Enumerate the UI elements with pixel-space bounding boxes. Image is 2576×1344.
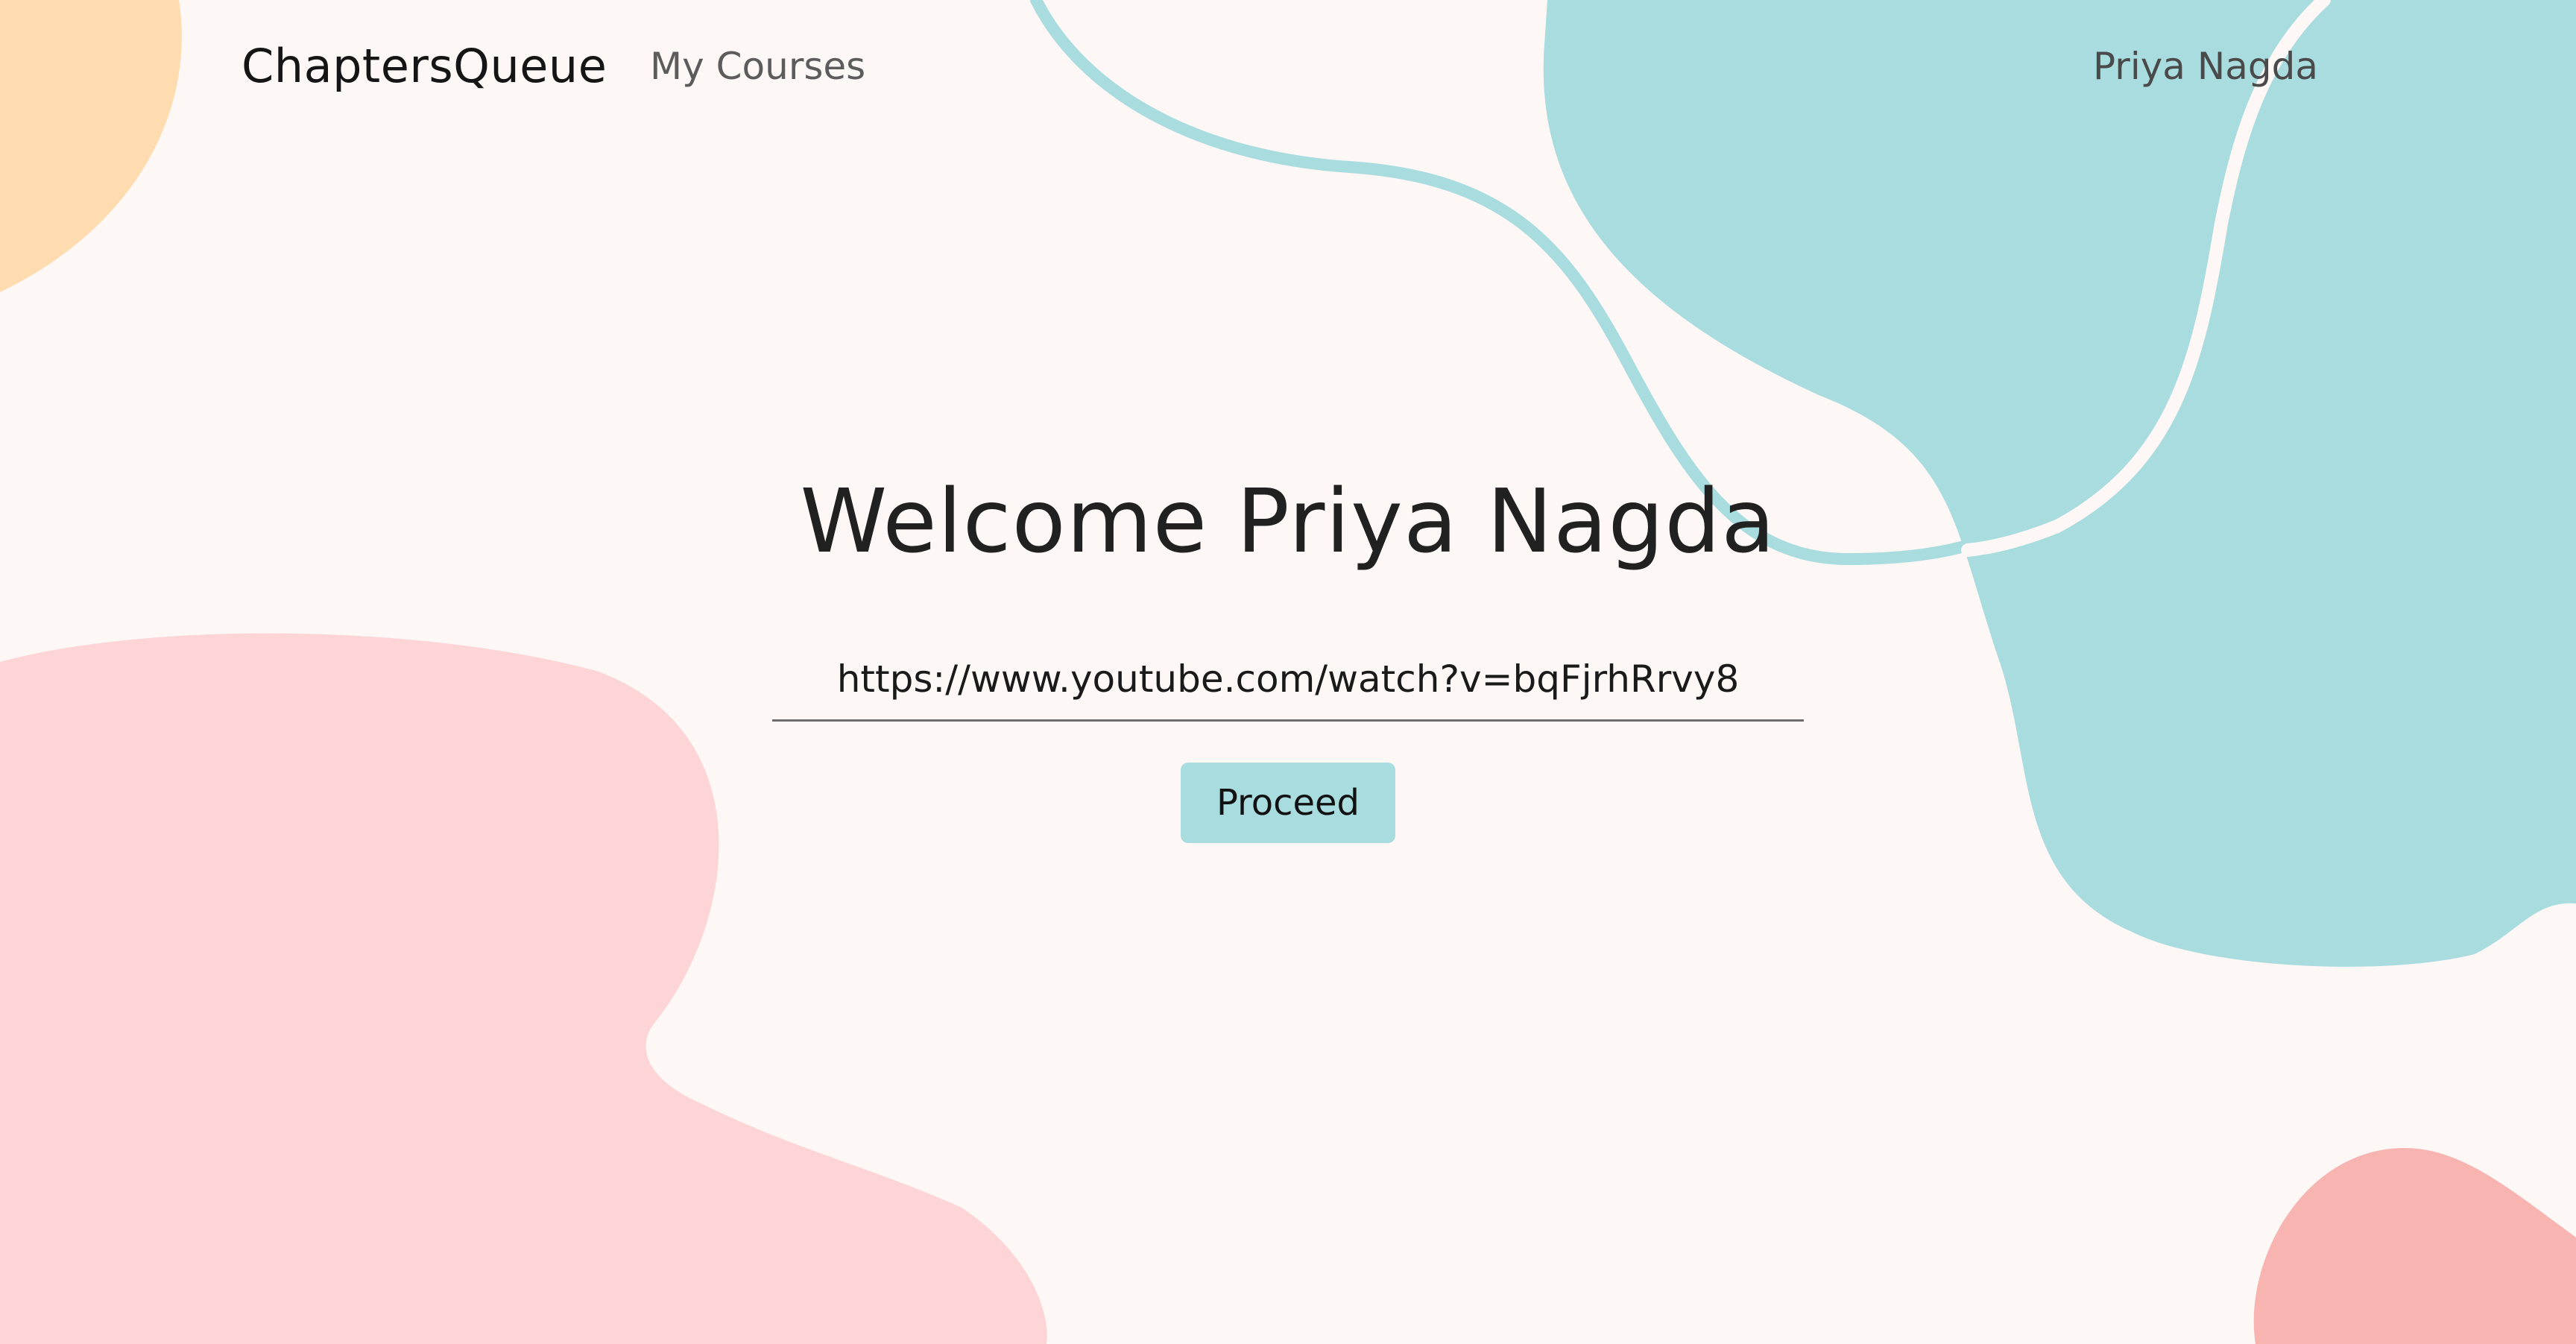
welcome-heading: Welcome Priya Nagda — [800, 470, 1776, 572]
page: ChaptersQueue My Courses Priya Nagda Wel… — [0, 0, 2576, 1344]
video-url-input[interactable] — [772, 638, 1804, 722]
main-content: Welcome Priya Nagda Proceed — [0, 0, 2576, 1344]
proceed-button[interactable]: Proceed — [1181, 763, 1395, 843]
